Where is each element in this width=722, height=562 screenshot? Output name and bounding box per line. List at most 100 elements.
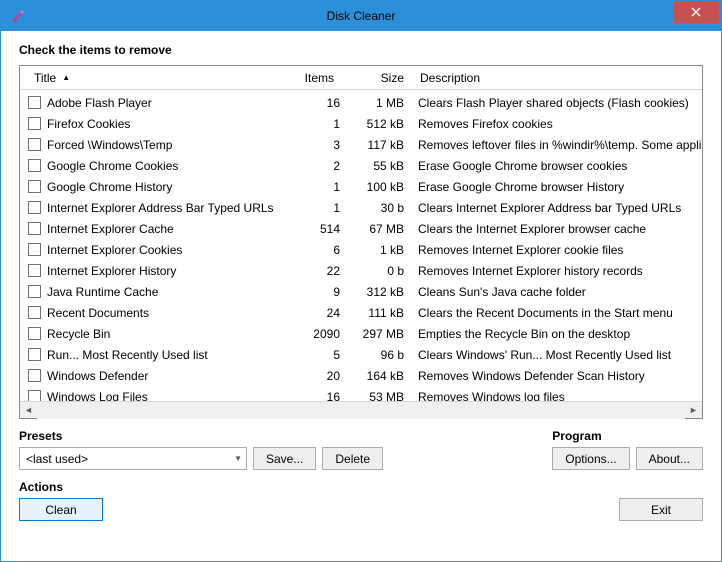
presets-label: Presets (19, 429, 383, 443)
row-description: Erase Google Chrome browser History (414, 180, 702, 194)
row-description: Clears the Internet Explorer browser cac… (414, 222, 702, 236)
row-checkbox[interactable] (28, 180, 41, 193)
close-icon (691, 7, 701, 17)
table-row[interactable]: Forced \Windows\Temp3117 kBRemoves lefto… (20, 134, 702, 155)
row-title: Internet Explorer Cookies (47, 243, 280, 257)
row-checkbox[interactable] (28, 243, 41, 256)
app-icon (9, 8, 25, 24)
row-checkbox[interactable] (28, 285, 41, 298)
row-title: Google Chrome Cookies (47, 159, 280, 173)
row-description: Clears Flash Player shared objects (Flas… (414, 96, 702, 110)
clean-button[interactable]: Clean (19, 498, 103, 521)
row-checkbox[interactable] (28, 327, 41, 340)
table-row[interactable]: Firefox Cookies1512 kBRemoves Firefox co… (20, 113, 702, 134)
row-title: Windows Defender (47, 369, 280, 383)
row-title: Adobe Flash Player (47, 96, 280, 110)
row-items: 1 (280, 117, 340, 131)
presets-combo[interactable]: <last used> ▼ (19, 447, 247, 470)
row-description: Empties the Recycle Bin on the desktop (414, 327, 702, 341)
row-description: Clears Windows' Run... Most Recently Use… (414, 348, 702, 362)
row-size: 111 kB (340, 306, 414, 320)
row-items: 20 (280, 369, 340, 383)
table-row[interactable]: Internet Explorer Address Bar Typed URLs… (20, 197, 702, 218)
row-size: 512 kB (340, 117, 414, 131)
row-title: Windows Log Files (47, 390, 280, 402)
about-button[interactable]: About... (636, 447, 703, 470)
row-description: Removes Firefox cookies (414, 117, 702, 131)
row-title: Forced \Windows\Temp (47, 138, 280, 152)
row-description: Removes Windows log files (414, 390, 702, 402)
row-size: 67 MB (340, 222, 414, 236)
scroll-track[interactable] (37, 402, 685, 419)
row-items: 16 (280, 390, 340, 402)
row-items: 5 (280, 348, 340, 362)
row-size: 1 MB (340, 96, 414, 110)
row-size: 30 b (340, 201, 414, 215)
row-checkbox[interactable] (28, 390, 41, 401)
row-checkbox[interactable] (28, 138, 41, 151)
row-size: 55 kB (340, 159, 414, 173)
row-checkbox[interactable] (28, 369, 41, 382)
table-row[interactable]: Recycle Bin2090297 MBEmpties the Recycle… (20, 323, 702, 344)
row-checkbox[interactable] (28, 306, 41, 319)
table-row[interactable]: Internet Explorer Cookies61 kBRemoves In… (20, 239, 702, 260)
row-title: Internet Explorer History (47, 264, 280, 278)
row-title: Run... Most Recently Used list (47, 348, 280, 362)
row-title: Recycle Bin (47, 327, 280, 341)
column-header-items[interactable]: Items (280, 67, 340, 89)
table-row[interactable]: Windows Log Files1653 MBRemoves Windows … (20, 386, 702, 401)
row-description: Removes Internet Explorer cookie files (414, 243, 702, 257)
row-items: 2 (280, 159, 340, 173)
row-title: Google Chrome History (47, 180, 280, 194)
row-description: Erase Google Chrome browser cookies (414, 159, 702, 173)
table-row[interactable]: Internet Explorer Cache51467 MBClears th… (20, 218, 702, 239)
save-button[interactable]: Save... (253, 447, 316, 470)
table-row[interactable]: Google Chrome History1100 kBErase Google… (20, 176, 702, 197)
row-items: 2090 (280, 327, 340, 341)
column-header-title[interactable]: Title▲ (28, 67, 280, 89)
table-row[interactable]: Internet Explorer History220 bRemoves In… (20, 260, 702, 281)
scroll-right-icon[interactable]: ► (685, 402, 702, 419)
table-row[interactable]: Run... Most Recently Used list596 bClear… (20, 344, 702, 365)
row-description: Clears Internet Explorer Address bar Typ… (414, 201, 702, 215)
row-items: 16 (280, 96, 340, 110)
exit-button[interactable]: Exit (619, 498, 703, 521)
table-row[interactable]: Windows Defender20164 kBRemoves Windows … (20, 365, 702, 386)
row-size: 96 b (340, 348, 414, 362)
column-headers: Title▲ Items Size Description (20, 66, 702, 90)
horizontal-scrollbar[interactable]: ◄ ► (20, 401, 702, 418)
rows-container: Adobe Flash Player161 MBClears Flash Pla… (20, 90, 702, 401)
row-checkbox[interactable] (28, 201, 41, 214)
titlebar: Disk Cleaner (1, 1, 721, 31)
row-checkbox[interactable] (28, 96, 41, 109)
close-button[interactable] (673, 1, 719, 23)
options-button[interactable]: Options... (552, 447, 629, 470)
column-header-description[interactable]: Description (414, 67, 702, 89)
scroll-left-icon[interactable]: ◄ (20, 402, 37, 419)
table-row[interactable]: Java Runtime Cache9312 kBCleans Sun's Ja… (20, 281, 702, 302)
window-title: Disk Cleaner (327, 9, 396, 23)
actions-label: Actions (19, 480, 103, 494)
row-size: 53 MB (340, 390, 414, 402)
row-checkbox[interactable] (28, 117, 41, 130)
row-title: Internet Explorer Address Bar Typed URLs (47, 201, 280, 215)
table-row[interactable]: Recent Documents24111 kBClears the Recen… (20, 302, 702, 323)
row-checkbox[interactable] (28, 348, 41, 361)
row-size: 312 kB (340, 285, 414, 299)
delete-button[interactable]: Delete (322, 447, 383, 470)
row-items: 6 (280, 243, 340, 257)
table-row[interactable]: Adobe Flash Player161 MBClears Flash Pla… (20, 92, 702, 113)
row-description: Removes Internet Explorer history record… (414, 264, 702, 278)
table-row[interactable]: Google Chrome Cookies255 kBErase Google … (20, 155, 702, 176)
row-checkbox[interactable] (28, 264, 41, 277)
row-items: 9 (280, 285, 340, 299)
row-checkbox[interactable] (28, 222, 41, 235)
row-title: Internet Explorer Cache (47, 222, 280, 236)
column-header-size[interactable]: Size (340, 67, 414, 89)
row-items: 514 (280, 222, 340, 236)
row-size: 117 kB (340, 138, 414, 152)
program-label: Program (552, 429, 703, 443)
actions-section: Actions Clean (19, 480, 103, 521)
row-checkbox[interactable] (28, 159, 41, 172)
instruction-heading: Check the items to remove (19, 43, 703, 57)
